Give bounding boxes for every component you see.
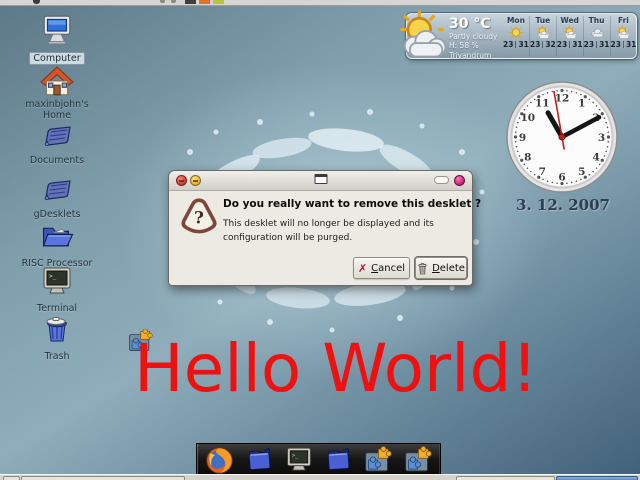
folder-icon (324, 446, 353, 474)
svg-text:10: 10 (520, 112, 535, 124)
sun-cloud-icon (535, 25, 551, 40)
weather-desklet[interactable]: 30 °C Partly cloudy H: 58 % Trivandrum M… (406, 13, 637, 59)
desktop-icon-terminal[interactable]: Terminal (7, 266, 107, 315)
desktop-icon-label: Documents (27, 155, 87, 166)
svg-text:9: 9 (519, 132, 526, 144)
svg-text:?: ? (194, 207, 204, 227)
panel-square-dark[interactable] (185, 0, 196, 4)
menu-icon[interactable] (454, 175, 465, 186)
dock-item-gdesklets[interactable] (361, 444, 395, 478)
shade-icon[interactable] (434, 176, 449, 184)
forecast-day: Fri 2331 (611, 16, 637, 56)
open-folder-icon (39, 222, 75, 251)
hello-world-text: Hello World! (134, 336, 538, 402)
firefox-icon (205, 446, 234, 475)
desktop-icon-label: Trash (41, 351, 72, 362)
cancel-button[interactable]: ✗ Cancel (353, 257, 410, 279)
delete-label: Delete (432, 263, 465, 274)
computer-icon (40, 14, 74, 46)
remove-desklet-dialog: ? Do you really want to remove this desk… (168, 170, 473, 286)
desktop-icon-risc-processor[interactable]: RISC Processor (7, 222, 107, 270)
weather-condition-icon (395, 8, 449, 62)
forecast-day: Mon 2331 (503, 16, 530, 56)
documents-icon (41, 122, 73, 148)
taskbar-button[interactable] (3, 476, 20, 480)
svg-text:4: 4 (593, 152, 600, 164)
home-icon (40, 66, 74, 98)
panel-square-green[interactable] (213, 0, 224, 4)
forecast-day: Tue 2332 (530, 16, 557, 56)
panel-mini-icon[interactable] (171, 0, 176, 3)
svg-text:7: 7 (539, 166, 546, 178)
panel-nub (33, 0, 40, 4)
sun-cloud-icon (615, 25, 631, 40)
svg-text:12: 12 (555, 92, 570, 104)
weather-humidity: H: 58 % (449, 41, 497, 50)
dialog-titlebar[interactable] (169, 171, 472, 191)
bottom-taskbar-sliver (0, 474, 640, 480)
taskbar-button[interactable] (21, 476, 185, 480)
delete-button[interactable]: Delete (415, 257, 467, 279)
panel-mini-icon[interactable] (160, 0, 165, 3)
desktop-icon-computer[interactable]: Computer (7, 14, 107, 65)
weather-location: Trivandrum (449, 51, 497, 60)
desktop-icon-gdesklets[interactable]: gDesklets (7, 176, 107, 221)
forecast-day: Thu 2331 (584, 16, 611, 56)
dock-item-firefox[interactable] (203, 444, 237, 478)
close-icon[interactable] (176, 175, 187, 186)
svg-text:8: 8 (524, 152, 531, 164)
folder-icon (245, 446, 274, 474)
analog-clock-desklet[interactable]: 121234567891011 (504, 79, 620, 195)
dock-item-folder[interactable] (242, 444, 276, 478)
terminal-icon (285, 446, 313, 473)
dock-item-terminal[interactable] (282, 444, 316, 478)
desktop-icon-home[interactable]: maxinbjohn's Home (7, 66, 107, 122)
top-panel-sliver (0, 0, 640, 6)
sun-icon (508, 25, 524, 40)
weather-forecast: Mon 2331 Tue 2332 Wed 2331 Thu 2331 Fri (503, 16, 634, 56)
desktop-icon-label: Terminal (34, 303, 80, 314)
weather-condition: Partly cloudy (449, 32, 497, 41)
cancel-x-icon: ✗ (358, 263, 367, 274)
desktop-icon-trash[interactable]: Trash (7, 314, 107, 363)
trash-icon (41, 314, 73, 344)
gdesklets-icon (41, 176, 73, 202)
panel-square-orange[interactable] (199, 0, 210, 4)
svg-text:1: 1 (578, 98, 585, 110)
terminal-icon (41, 266, 73, 296)
dialog-body: This desklet will no longer be displayed… (223, 218, 475, 245)
dialog-title: Do you really want to remove this deskle… (223, 198, 481, 210)
svg-text:11: 11 (535, 98, 550, 110)
svg-text:3: 3 (598, 132, 605, 144)
dock-item-gdesklets[interactable] (400, 444, 434, 478)
weather-temperature: 30 °C (449, 16, 497, 32)
svg-text:5: 5 (578, 166, 585, 178)
sun-cloud-icon (562, 25, 578, 40)
desktop-icon-label: gDesklets (31, 209, 84, 220)
forecast-day: Wed 2331 (557, 16, 584, 56)
gdesklets-icon (403, 446, 432, 474)
minimize-icon[interactable] (190, 175, 201, 186)
cancel-label: Cancel (371, 263, 405, 274)
gdesklets-icon (363, 446, 392, 474)
cloud-icon (589, 25, 605, 40)
desktop: >_ (0, 0, 640, 480)
clock-date: 3. 12. 2007 (498, 196, 628, 214)
trash-small-icon (417, 262, 428, 275)
desktop-icon-documents[interactable]: Documents (7, 122, 107, 167)
desktop-icon-label: maxinbjohn's Home (7, 99, 107, 122)
taskbar-button[interactable] (456, 476, 555, 480)
taskbar-button-active[interactable] (556, 476, 638, 480)
window-icon (314, 174, 327, 184)
question-icon: ? (180, 197, 218, 235)
svg-text:6: 6 (558, 171, 565, 183)
desktop-icon-label: Computer (29, 52, 84, 65)
dock-item-folder[interactable] (321, 444, 355, 478)
